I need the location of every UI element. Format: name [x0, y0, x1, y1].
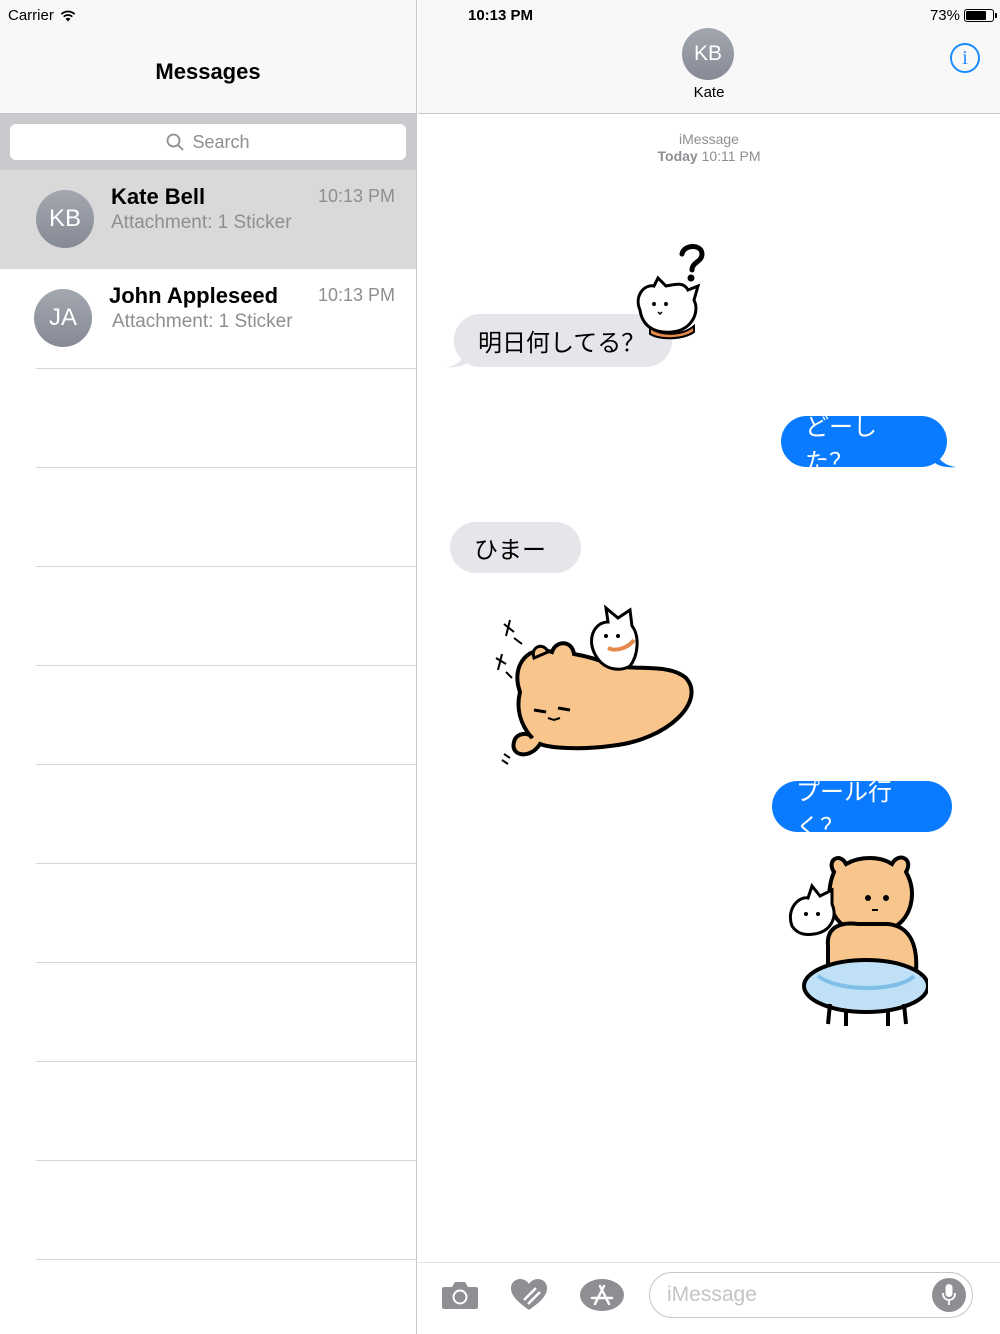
message-text: どーした？ — [805, 413, 877, 476]
battery-fill — [966, 11, 987, 20]
empty-row — [36, 863, 416, 962]
bear-cat-lying-sticker[interactable] — [490, 600, 696, 770]
message-text: ひまー — [474, 537, 546, 564]
empty-row — [36, 764, 416, 863]
message-text: プール行く？ — [796, 778, 892, 841]
battery-indicator: 73% — [929, 7, 997, 24]
carrier-indicator: Carrier — [8, 7, 76, 24]
wifi-icon — [60, 10, 76, 21]
search-bar: Search — [0, 114, 416, 170]
message-input[interactable]: iMessage — [649, 1272, 973, 1318]
empty-row — [36, 1259, 416, 1334]
avatar: JA — [34, 289, 92, 347]
message-input-placeholder: iMessage — [667, 1283, 757, 1306]
message-bubble-outgoing[interactable]: どーした？ — [781, 414, 947, 476]
conversation-time: 10:13 PM — [317, 186, 395, 206]
empty-row — [36, 566, 416, 665]
empty-row — [36, 962, 416, 1061]
messages-app: Carrier 10:13 PM 73% Messages Search KB … — [0, 0, 1000, 1334]
contact-avatar[interactable]: KB — [682, 28, 734, 80]
message-text: 明日何してる？ — [478, 330, 646, 357]
contact-name[interactable]: Kate — [418, 84, 1000, 101]
digital-touch-icon[interactable] — [510, 1278, 548, 1312]
date-time: 10:11 PM — [701, 148, 761, 164]
info-icon[interactable]: i — [950, 43, 980, 73]
battery-icon — [964, 9, 997, 22]
battery-nub — [995, 13, 997, 18]
avatar: KB — [36, 190, 94, 248]
cat-question-sticker[interactable] — [632, 240, 708, 340]
message-bubble-outgoing[interactable]: プール行く？ — [772, 779, 952, 841]
service-label: iMessage — [679, 131, 739, 147]
camera-icon[interactable] — [441, 1280, 479, 1310]
clock: 10:13 PM — [468, 7, 534, 24]
empty-row — [36, 1061, 416, 1160]
list-title: Messages — [155, 59, 261, 84]
microphone-glyph — [942, 1284, 956, 1305]
empty-row — [36, 665, 416, 764]
empty-row — [36, 368, 416, 467]
conversation-preview: Attachment: 1 Sticker — [111, 212, 292, 233]
empty-row — [36, 467, 416, 566]
chat-pane: KB Kate i iMessage Today 10:11 PM 明日何してる… — [418, 0, 1000, 1334]
status-bar: Carrier 10:13 PM 73% — [0, 0, 1000, 30]
empty-row — [36, 1160, 416, 1259]
message-bubble-incoming[interactable]: ひまー — [450, 522, 581, 573]
conversation-list-pane: Messages Search KB Kate Bell Attachment:… — [0, 0, 417, 1334]
conversation-time: 10:13 PM — [317, 285, 395, 305]
conversation-row-kate-bell[interactable]: KB Kate Bell Attachment: 1 Sticker 10:13… — [0, 170, 416, 269]
carrier-label: Carrier — [8, 7, 54, 24]
app-store-icon[interactable] — [579, 1278, 625, 1312]
date-label: Today — [657, 148, 698, 164]
conversation-name: Kate Bell — [111, 184, 206, 209]
search-icon — [167, 133, 185, 151]
search-placeholder: Search — [192, 131, 250, 152]
message-input-bar: iMessage — [418, 1262, 1000, 1334]
bear-swim-ring-sticker[interactable] — [788, 852, 928, 1032]
conversation-preview: Attachment: 1 Sticker — [112, 311, 293, 332]
conversation-timestamp: iMessage Today 10:11 PM — [418, 131, 1000, 165]
search-input[interactable]: Search — [10, 124, 406, 160]
battery-percent: 73% — [929, 7, 960, 24]
microphone-icon[interactable] — [932, 1278, 966, 1312]
conversation-row-john-appleseed[interactable]: JA John Appleseed Attachment: 1 Sticker … — [0, 269, 416, 368]
conversation-name: John Appleseed — [109, 283, 279, 308]
